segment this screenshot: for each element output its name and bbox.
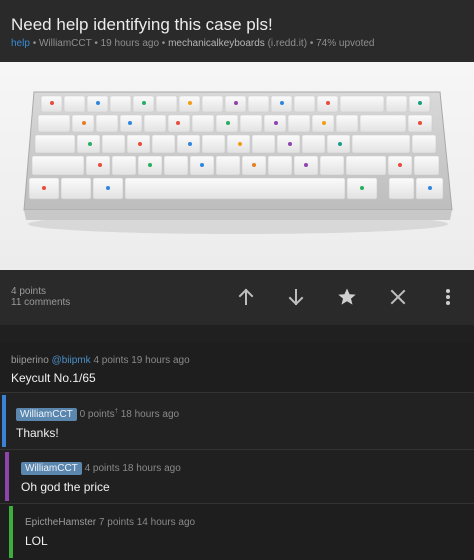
comment-time: 18 hours ago bbox=[120, 409, 180, 420]
post-flair[interactable]: help bbox=[11, 38, 30, 49]
thread-depth-bar bbox=[9, 506, 13, 558]
comment-meta: biiperino @biipmk 4 points 19 hours ago bbox=[11, 355, 190, 366]
comment-meta: WilliamCCT 4 points 18 hours ago bbox=[21, 462, 181, 475]
comment-meta: EpictheHamster 7 points 14 hours ago bbox=[25, 517, 195, 528]
comment-body: Oh god the price bbox=[21, 480, 110, 494]
comment-body: Thanks! bbox=[16, 426, 59, 440]
post-meta: help • WilliamCCT • 19 hours ago • mecha… bbox=[11, 38, 464, 49]
post-upvoted: 74% upvoted bbox=[316, 38, 375, 49]
comment-author[interactable]: WilliamCCT bbox=[16, 408, 77, 421]
comment-time: 18 hours ago bbox=[122, 463, 181, 474]
thread-depth-bar bbox=[5, 452, 9, 501]
comment-author[interactable]: biiperino bbox=[11, 355, 49, 366]
keyboard-illustration bbox=[23, 91, 453, 234]
comment-meta: WilliamCCT 0 points† 18 hours ago bbox=[16, 408, 179, 421]
comment-author[interactable]: EpictheHamster bbox=[25, 517, 96, 528]
post-domain[interactable]: (i.redd.it) bbox=[268, 38, 307, 49]
close-icon bbox=[390, 289, 406, 305]
post-time: 19 hours ago bbox=[100, 38, 160, 49]
arrow-up-icon bbox=[238, 288, 254, 305]
comment-points: 7 points bbox=[98, 517, 134, 528]
comment[interactable]: WilliamCCT 0 points† 18 hours ago Thanks… bbox=[0, 392, 474, 449]
comment-points: 4 points bbox=[93, 355, 129, 366]
comment[interactable]: biiperino @biipmk 4 points 19 hours ago … bbox=[0, 342, 474, 392]
arrow-down-icon bbox=[288, 289, 304, 306]
comment-time: 19 hours ago bbox=[131, 355, 190, 366]
post-title[interactable]: Need help identifying this case pls! bbox=[11, 15, 464, 35]
save-button[interactable] bbox=[334, 284, 360, 310]
more-button[interactable] bbox=[435, 284, 461, 310]
comment-points: 4 points bbox=[84, 463, 120, 474]
comment-points: 0 points bbox=[79, 409, 115, 420]
post-image[interactable] bbox=[0, 62, 474, 270]
post-header: Need help identifying this case pls! hel… bbox=[0, 0, 474, 62]
comment-handle[interactable]: @biipmk bbox=[52, 355, 91, 366]
edited-marker: † bbox=[114, 408, 118, 415]
section-divider bbox=[0, 325, 474, 342]
hide-button[interactable] bbox=[385, 284, 411, 310]
comment-time: 14 hours ago bbox=[136, 517, 196, 528]
upvote-button[interactable] bbox=[233, 284, 259, 310]
star-icon bbox=[338, 288, 356, 305]
post-footer: 4 points 11 comments bbox=[0, 270, 474, 325]
comment[interactable]: EpictheHamster 7 points 14 hours ago LOL bbox=[0, 503, 474, 560]
post-score: 4 points 11 comments bbox=[11, 286, 70, 308]
comments-count[interactable]: 11 comments bbox=[11, 297, 70, 308]
thread-depth-bar bbox=[2, 395, 6, 447]
comment-body: Keycult No.1/65 bbox=[11, 371, 96, 385]
comments-list: biiperino @biipmk 4 points 19 hours ago … bbox=[0, 342, 474, 560]
post-subreddit[interactable]: mechanicalkeyboards bbox=[168, 38, 265, 49]
more-vertical-icon bbox=[446, 289, 450, 305]
post-author[interactable]: WilliamCCT bbox=[39, 38, 92, 49]
comment-body: LOL bbox=[25, 534, 48, 548]
downvote-button[interactable] bbox=[283, 284, 309, 310]
comment-author[interactable]: WilliamCCT bbox=[21, 462, 82, 475]
comment[interactable]: WilliamCCT 4 points 18 hours ago Oh god … bbox=[0, 449, 474, 503]
points-count: 4 points bbox=[11, 286, 47, 297]
